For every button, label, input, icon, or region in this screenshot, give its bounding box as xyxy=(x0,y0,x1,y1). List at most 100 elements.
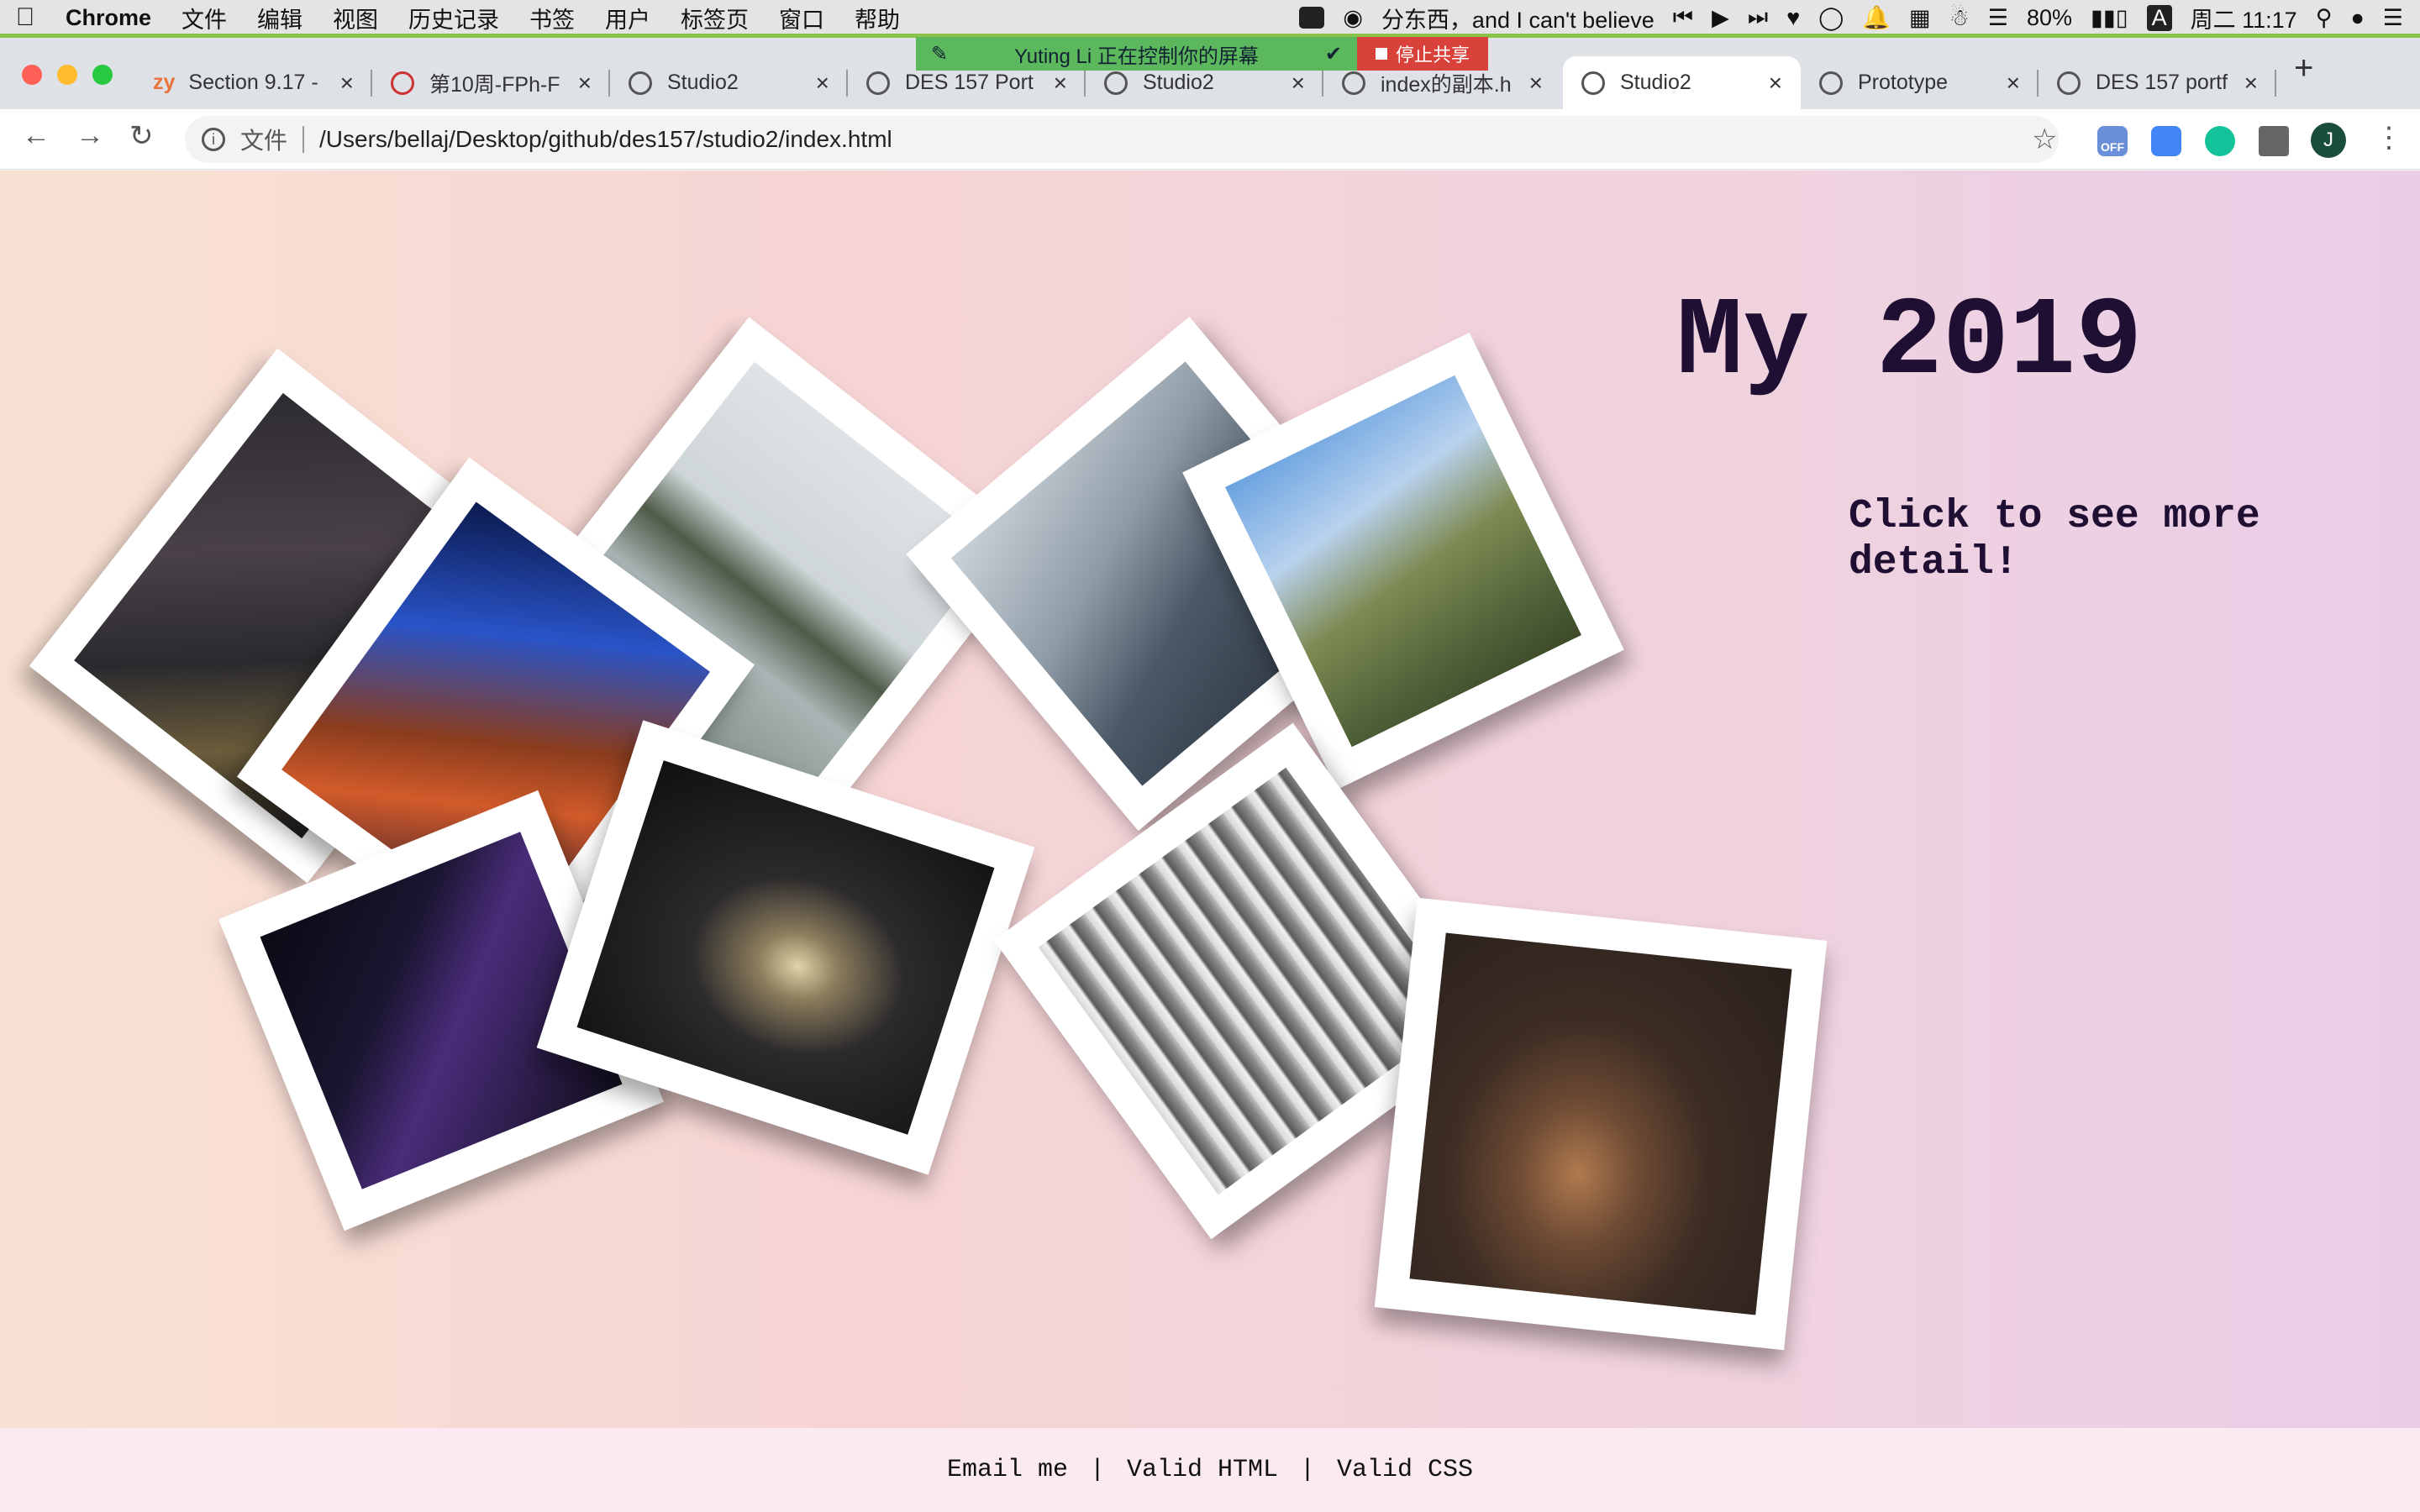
profile-avatar[interactable]: J xyxy=(2311,123,2346,158)
remote-control-icon: ✎ xyxy=(931,42,949,66)
grammarly-icon[interactable] xyxy=(2205,126,2235,156)
close-tab-icon[interactable]: × xyxy=(1292,70,1305,97)
translate-icon[interactable] xyxy=(2151,126,2181,156)
email-me-link[interactable]: Email me xyxy=(925,1456,1090,1484)
footer-separator: | xyxy=(1300,1456,1316,1484)
zybooks-icon: zy xyxy=(153,71,176,94)
netease-icon[interactable]: ◯ xyxy=(1818,5,1844,31)
photo-cat[interactable] xyxy=(1374,897,1828,1351)
close-tab-icon[interactable]: × xyxy=(1769,70,1782,97)
close-tab-icon[interactable]: × xyxy=(2244,70,2258,97)
tab-separator xyxy=(2275,70,2276,97)
close-tab-icon[interactable]: × xyxy=(578,70,592,97)
wifi-icon[interactable]: ☰ xyxy=(1988,5,2008,31)
zoom-window-button[interactable] xyxy=(92,65,113,85)
siri-icon[interactable]: ● xyxy=(2350,5,2364,31)
address-separator xyxy=(302,126,305,153)
valid-html-link[interactable]: Valid HTML xyxy=(1105,1456,1300,1484)
globe-icon xyxy=(1104,71,1128,95)
page-title: My 2019 xyxy=(1676,280,2143,406)
page-subtitle: Click to see more detail! xyxy=(1849,494,2260,585)
status-area: ◉ 分东西，and I can't believe ⏮ ▶ ⏭ ♥ ◯ 🔔 ▦ … xyxy=(1299,0,2403,35)
globe-icon xyxy=(1581,71,1605,95)
shield-check-icon: ✔ xyxy=(1324,42,1342,66)
url-text[interactable]: /Users/bellaj/Desktop/github/des157/stud… xyxy=(319,126,892,153)
minimize-window-button[interactable] xyxy=(57,65,77,85)
screen:  Chrome 文件 编辑 视图 历史记录 书签 用户 标签页 窗口 帮助 ◉… xyxy=(0,0,2420,1512)
mac-menu-bar:  Chrome 文件 编辑 视图 历史记录 书签 用户 标签页 窗口 帮助 ◉… xyxy=(0,0,2420,35)
menu-people[interactable]: 用户 xyxy=(590,2,666,34)
spotlight-search-icon[interactable]: ⚲ xyxy=(2316,5,2333,31)
menu-history[interactable]: 历史记录 xyxy=(393,2,514,34)
menu-bookmarks[interactable]: 书签 xyxy=(514,2,590,34)
forward-icon[interactable]: → xyxy=(76,119,104,152)
layout-icon[interactable]: ▦ xyxy=(1909,5,1931,31)
menu-edit[interactable]: 编辑 xyxy=(242,2,318,34)
clock[interactable]: 周二 11:17 xyxy=(2191,2,2297,34)
valid-css-link[interactable]: Valid CSS xyxy=(1315,1456,1495,1484)
menu-tab[interactable]: 标签页 xyxy=(666,2,764,34)
evernote-icon[interactable]: ☃ xyxy=(1949,5,1970,31)
back-icon[interactable]: ← xyxy=(22,119,50,152)
wechat-icon[interactable]: ◉ xyxy=(1343,5,1363,31)
apple-icon[interactable]:  xyxy=(0,3,50,32)
tab-prototype[interactable]: Prototype × xyxy=(1801,56,2039,109)
close-tab-icon[interactable]: × xyxy=(816,70,829,97)
address-bar[interactable]: i 文件 /Users/bellaj/Desktop/github/des157… xyxy=(185,116,2059,163)
tab-week10[interactable]: 第10周-FPh-F × xyxy=(372,56,610,109)
screen-share-banner: ✎ Yuting Li 正在控制你的屏幕 ✔ 停止共享 xyxy=(916,37,1489,71)
tab-label: DES 157 Port xyxy=(905,71,1034,94)
new-tab-plus-icon[interactable]: + xyxy=(2294,50,2313,87)
file-scheme-label: 文件 xyxy=(240,128,288,154)
tab-des157-portf[interactable]: DES 157 portf × xyxy=(2039,56,2276,109)
extension-off-icon[interactable]: OFF xyxy=(2097,126,2128,156)
close-tab-icon[interactable]: × xyxy=(340,70,354,97)
tab-label: 第10周-FPh-F xyxy=(429,72,560,97)
share-status: ✎ Yuting Li 正在控制你的屏幕 ✔ xyxy=(916,37,1357,71)
tab-label: Section 9.17 - xyxy=(188,71,318,94)
page-footer: Email me | Valid HTML | Valid CSS xyxy=(0,1428,2420,1512)
tab-label: index的副本.h xyxy=(1381,72,1512,97)
close-tab-icon[interactable]: × xyxy=(2007,70,2020,97)
menu-help[interactable]: 帮助 xyxy=(839,2,915,34)
globe-icon xyxy=(2057,71,2081,95)
puzzle-extensions-icon[interactable] xyxy=(2259,126,2289,156)
heart-icon[interactable]: ♥ xyxy=(1786,5,1800,31)
menu-window[interactable]: 窗口 xyxy=(764,2,839,34)
globe-icon xyxy=(1819,71,1843,95)
stop-sharing-label: 停止共享 xyxy=(1396,45,1470,66)
tab-label: Studio2 xyxy=(1143,71,1214,94)
toolbar: ← → ↻ i 文件 /Users/bellaj/Desktop/github/… xyxy=(0,109,2420,170)
tab-studio2-active[interactable]: Studio2 × xyxy=(1563,56,1801,109)
tab-label: Studio2 xyxy=(667,71,739,94)
battery-percent: 80% xyxy=(2026,4,2073,30)
globe-icon xyxy=(629,71,652,95)
footer-separator: | xyxy=(1089,1456,1105,1484)
next-track-icon[interactable]: ⏭ xyxy=(1748,4,1768,31)
previous-track-icon[interactable]: ⏮ xyxy=(1673,4,1693,31)
reload-icon[interactable]: ↻ xyxy=(129,119,154,153)
more-menu-icon[interactable]: ⋮ xyxy=(2375,121,2403,155)
menu-app-name[interactable]: Chrome xyxy=(50,5,166,31)
tab-label: DES 157 portf xyxy=(2096,71,2228,94)
stop-sharing-button[interactable]: 停止共享 xyxy=(1357,37,1489,71)
menu-file[interactable]: 文件 xyxy=(166,2,242,34)
close-tab-icon[interactable]: × xyxy=(1054,70,1067,97)
stop-icon xyxy=(1376,48,1387,60)
tab-label: Prototype xyxy=(1858,71,1949,94)
menu-view[interactable]: 视图 xyxy=(318,2,393,34)
play-icon[interactable]: ▶ xyxy=(1712,5,1729,31)
globe-icon xyxy=(866,71,890,95)
bookmark-star-icon[interactable]: ☆ xyxy=(2032,123,2057,156)
close-window-button[interactable] xyxy=(22,65,42,85)
tab-section-9-17[interactable]: zy Section 9.17 - × xyxy=(134,56,372,109)
close-tab-icon[interactable]: × xyxy=(1529,70,1543,97)
notification-bell-icon[interactable]: 🔔 xyxy=(1862,4,1891,31)
input-method-icon[interactable]: A xyxy=(2146,4,2172,31)
tab-studio2[interactable]: Studio2 × xyxy=(610,56,848,109)
info-icon[interactable]: i xyxy=(202,128,225,151)
control-center-icon[interactable]: ☰ xyxy=(2383,5,2403,31)
battery-icon[interactable]: ▮▮▯ xyxy=(2091,5,2128,31)
web-icon xyxy=(391,71,414,95)
camera-icon[interactable] xyxy=(1299,7,1325,29)
